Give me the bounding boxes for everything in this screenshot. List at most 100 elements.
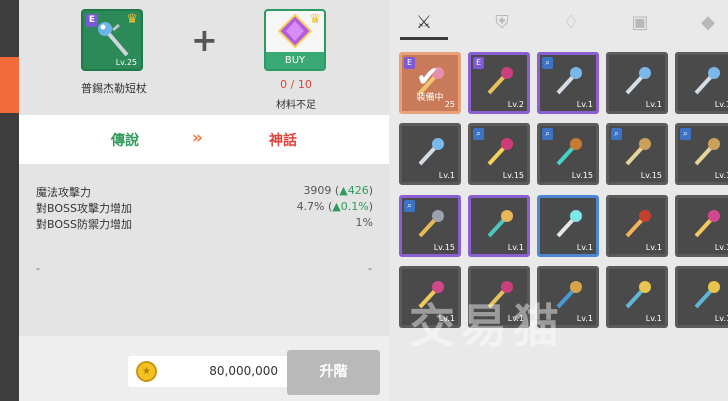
inventory-item-slot[interactable]: ⌕ Lv.15 (399, 195, 461, 257)
sword-icon: ⚔ (415, 12, 433, 33)
inventory-item-slot[interactable]: Lv.1 (606, 52, 668, 114)
inventory-item-slot[interactable]: Lv.1 (675, 195, 728, 257)
material-count: 0 / 10 (280, 78, 312, 91)
inventory-item-slot[interactable]: Lv.1 (606, 195, 668, 257)
inventory-item-slot[interactable]: E Lv.2 (468, 52, 530, 114)
gold-coin-icon: ★ (136, 361, 157, 382)
tab-armor[interactable]: ⛨ (478, 6, 526, 40)
next-tier: 神話 (269, 133, 297, 149)
inventory-item-slot[interactable]: Lv.1 (468, 195, 530, 257)
cost-display: ★ 80,000,000 (128, 356, 291, 387)
stat-name: 魔法攻擊力 (36, 186, 91, 199)
grade-badge: ⌕ (404, 200, 415, 212)
item-level: Lv.15 (433, 243, 455, 252)
staff-icon (98, 22, 129, 57)
item-art-icon (694, 210, 720, 238)
stat-value: 3909 (▲426) (303, 184, 373, 197)
source-item-slot[interactable]: E ♛ Lv.25 (81, 9, 143, 71)
item-level: Lv.1 (576, 243, 593, 252)
buy-button[interactable]: BUY (266, 52, 324, 69)
item-level: Lv.1 (645, 243, 662, 252)
upgrade-panel: E ♛ Lv.25 + ♛ BUY 普錫杰勒短杖 0 / 10 材料不足 傳說 … (19, 0, 389, 401)
plus-icon: + (191, 21, 218, 59)
inventory-item-slot[interactable]: Lv.1 (606, 266, 668, 328)
item-art-icon (625, 281, 651, 309)
material-item-slot[interactable]: ♛ BUY (264, 9, 326, 71)
watermark-text: 交易猫 (409, 299, 565, 353)
item-level: Lv.1 (714, 100, 728, 109)
necklace-icon: ♢ (562, 12, 580, 33)
item-art-icon (625, 67, 651, 95)
grade-badge: ⌕ (680, 128, 691, 140)
side-tab-indicator[interactable] (0, 57, 19, 113)
inventory-item-slot[interactable]: Lv.1 (537, 195, 599, 257)
tab-weapon[interactable]: ⚔ (400, 6, 448, 40)
inventory-item-slot[interactable]: ⌕ Lv.15 (606, 123, 668, 185)
item-art-icon (694, 281, 720, 309)
item-level: Lv.1 (714, 314, 728, 323)
item-level: Lv.1 (714, 171, 728, 180)
grade-badge: ⌕ (542, 128, 553, 140)
inventory-item-slot[interactable]: ⌕ Lv.15 (468, 123, 530, 185)
item-level: Lv.25 (115, 58, 137, 67)
item-level: Lv.15 (571, 171, 593, 180)
item-level: Lv.15 (640, 171, 662, 180)
item-art-icon (487, 67, 513, 95)
item-art-icon (625, 210, 651, 238)
inventory-item-slot[interactable]: Lv.1 (675, 52, 728, 114)
stat-value: 4.7% (▲0.1%) (296, 200, 373, 213)
item-art-icon (418, 138, 444, 166)
gem-icon: ◆ (701, 12, 715, 33)
item-art-icon (694, 67, 720, 95)
tab-accessory[interactable]: ♢ (547, 6, 595, 40)
grade-badge: ⌕ (542, 57, 553, 69)
item-level: Lv.1 (576, 314, 593, 323)
item-level: Lv.15 (502, 171, 524, 180)
item-level: Lv.1 (714, 243, 728, 252)
source-item-name: 普錫杰勒短杖 (81, 82, 147, 95)
grade-badge: E (404, 57, 415, 69)
item-art-icon (418, 210, 444, 238)
item-level: Lv.1 (438, 171, 455, 180)
item-art-icon (556, 67, 582, 95)
left-edge-strip (0, 0, 19, 401)
gem-icon (277, 13, 313, 49)
tier-change: 傳說 » 神話 (19, 115, 389, 164)
current-tier: 傳說 (111, 133, 139, 149)
tab-gem[interactable]: ◆ (684, 6, 728, 40)
tab-bag[interactable]: ▣ (616, 6, 664, 40)
upgrade-button[interactable]: 升階 (287, 350, 380, 395)
inventory-item-slot[interactable]: ⌕ Lv.15 (537, 123, 599, 185)
stat-row: 魔法攻擊力 3909 (▲426) (36, 184, 373, 200)
placeholder-dash: - (368, 262, 372, 275)
inventory-item-slot[interactable]: Lv.1 (399, 123, 461, 185)
item-level: Lv.2 (507, 100, 524, 109)
material-status: 材料不足 (276, 100, 316, 111)
item-art-icon (556, 138, 582, 166)
cost-value: 80,000,000 (209, 364, 278, 378)
equipped-item-slot[interactable]: E ✔ 裝備中 25 (399, 52, 461, 114)
stat-row: 對BOSS攻擊力增加 4.7% (▲0.1%) (36, 200, 373, 216)
shield-icon: ⛨ (495, 12, 509, 33)
item-level: Lv.1 (645, 100, 662, 109)
grade-badge: ⌕ (611, 128, 622, 140)
item-art-icon (625, 138, 651, 166)
checkmark-icon: ✔ (416, 60, 440, 93)
item-level: Lv.1 (507, 243, 524, 252)
inventory-item-slot[interactable]: ⌕ Lv.1 (537, 52, 599, 114)
item-level: 25 (444, 100, 455, 109)
inventory-tabs: ⚔ ⛨ ♢ ▣ ◆ (389, 0, 728, 44)
placeholder-dash: - (36, 262, 40, 275)
item-art-icon (487, 210, 513, 238)
stat-list: 魔法攻擊力 3909 (▲426) 對BOSS攻擊力增加 4.7% (▲0.1%… (19, 164, 389, 336)
double-arrow-icon: » (192, 128, 203, 148)
inventory-panel: ⚔ ⛨ ♢ ▣ ◆ E✔裝備中25ELv.2⌕Lv.1Lv.1Lv.1Lv.1⌕… (389, 0, 728, 401)
stat-row: 對BOSS防禦力增加 1% (36, 216, 373, 232)
item-art-icon (556, 210, 582, 238)
inventory-item-slot[interactable]: ⌕ Lv.1 (675, 123, 728, 185)
upgrade-footer: ★ 80,000,000 升階 (19, 336, 389, 401)
grade-badge: ⌕ (473, 128, 484, 140)
grade-badge: E (473, 57, 484, 69)
inventory-item-slot[interactable]: Lv.1 (675, 266, 728, 328)
item-art-icon (487, 138, 513, 166)
